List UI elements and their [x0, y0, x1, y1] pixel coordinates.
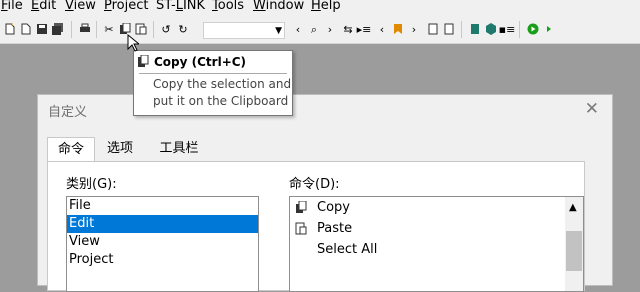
debug-arrow-icon[interactable] — [542, 22, 556, 36]
find-combo[interactable]: ▼ — [203, 22, 285, 39]
menu-window[interactable]: Window — [253, 0, 304, 13]
categories-list[interactable]: File Edit View Project — [66, 196, 259, 292]
customize-dialog: 自定义 ✕ 命令 选项 工具栏 类别(G): 命令(D): File Edit … — [37, 94, 613, 292]
list-item-selected[interactable]: Edit — [67, 215, 258, 233]
file-nav2-icon[interactable] — [442, 22, 456, 36]
book-icon[interactable] — [468, 22, 482, 36]
categories-label: 类别(G): — [66, 177, 117, 192]
save-all-icon[interactable] — [51, 22, 65, 36]
file-nav-icon[interactable] — [426, 22, 440, 36]
tab-commands[interactable]: 命令 — [47, 137, 95, 161]
copy-icon — [138, 55, 149, 67]
commands-list[interactable]: Copy Paste Select All ▲ — [289, 196, 584, 292]
mouse-pointer-icon — [127, 34, 139, 52]
indent-icon[interactable]: ⇆ — [341, 22, 355, 36]
list-item[interactable]: File — [67, 197, 258, 215]
close-icon[interactable]: ✕ — [585, 99, 599, 119]
bookmark-icon[interactable] — [391, 22, 405, 36]
menu-project[interactable]: Project — [104, 0, 149, 13]
chip-icon[interactable]: ▪≡ — [499, 22, 516, 36]
run-icon[interactable] — [526, 22, 540, 36]
commands-label: 命令(D): — [289, 177, 340, 192]
tooltip-title: Copy (Ctrl+C) — [154, 55, 247, 69]
undo-icon[interactable]: ↺ — [159, 22, 173, 36]
command-item-paste[interactable]: Paste — [290, 218, 583, 239]
tab-strip: 命令 选项 工具栏 — [47, 137, 585, 161]
menu-tools[interactable]: Tools — [212, 0, 244, 13]
build-icon[interactable] — [484, 22, 498, 36]
menu-help[interactable]: Help — [311, 0, 341, 13]
scroll-thumb[interactable] — [566, 231, 582, 271]
menu-edit[interactable]: Edit — [31, 0, 56, 13]
open-file-icon[interactable] — [19, 22, 33, 36]
prev-bookmark-icon[interactable]: ‹ — [375, 22, 389, 36]
nav-back-icon[interactable]: ‹ — [291, 22, 305, 36]
nav-forward-icon[interactable]: › — [323, 22, 337, 36]
outdent-icon[interactable]: ▸≡ — [357, 22, 372, 36]
search-icon[interactable]: ⌕ — [307, 22, 321, 36]
commands-panel: 类别(G): 命令(D): File Edit View Project Cop… — [47, 161, 585, 292]
tab-options[interactable]: 选项 — [98, 137, 142, 161]
list-item[interactable]: View — [67, 233, 258, 251]
command-item-copy[interactable]: Copy — [290, 197, 583, 218]
paste-icon — [295, 222, 307, 235]
list-item[interactable]: Project — [67, 251, 258, 269]
menu-bar: File Edit View Project ST-LINK Tools Win… — [0, 0, 640, 17]
menu-file[interactable]: File — [1, 0, 23, 13]
next-bookmark-icon[interactable]: › — [407, 22, 421, 36]
menu-st-link[interactable]: ST-LINK — [156, 0, 205, 13]
chevron-down-icon[interactable]: ▼ — [275, 26, 282, 36]
copy-tooltip: Copy (Ctrl+C) Copy the selection and put… — [133, 50, 293, 116]
toolbar: ✂ ↺ ↻ ▼ ‹ ⌕ › ⇆ ▸≡ ‹ › ▪≡ — [0, 17, 640, 44]
tab-toolbars[interactable]: 工具栏 — [153, 137, 205, 161]
copy-icon — [296, 201, 307, 213]
redo-icon[interactable]: ↻ — [176, 22, 190, 36]
menu-view[interactable]: View — [65, 0, 96, 13]
dialog-title: 自定义 — [48, 105, 88, 120]
print-icon[interactable] — [78, 22, 92, 36]
save-icon[interactable] — [35, 22, 49, 36]
command-item-select-all[interactable]: Select All — [290, 239, 583, 260]
commands-scrollbar[interactable]: ▲ — [565, 197, 583, 291]
tooltip-divider — [139, 73, 287, 74]
tooltip-description: Copy the selection and put it on the Cli… — [153, 77, 292, 108]
new-file-icon[interactable] — [3, 22, 17, 36]
chevron-up-icon[interactable]: ▲ — [569, 202, 577, 213]
cut-icon[interactable]: ✂ — [102, 22, 116, 36]
